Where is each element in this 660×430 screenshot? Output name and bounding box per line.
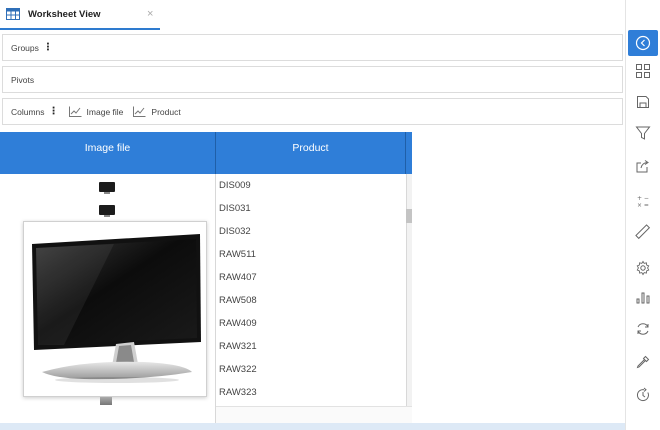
tab-worksheet-view[interactable]: Worksheet View × xyxy=(0,0,160,30)
columns-panel[interactable]: Columns ⋮ Image file Product xyxy=(2,98,623,125)
table-row[interactable]: RAW321 xyxy=(216,335,406,358)
measure-button[interactable] xyxy=(628,219,658,245)
gear-icon xyxy=(636,260,650,276)
pivots-label: Pivots xyxy=(11,74,35,85)
line-chart-icon xyxy=(133,106,146,117)
column-chip-label: Product xyxy=(151,106,181,117)
monitor-thumbnail[interactable] xyxy=(99,182,115,194)
history-button[interactable] xyxy=(628,382,658,408)
table-row[interactable]: RAW409 xyxy=(216,312,406,335)
groups-label: Groups xyxy=(11,42,39,53)
filter-button[interactable] xyxy=(628,120,658,146)
calculator-icon: + − × = xyxy=(637,195,649,209)
status-bar xyxy=(0,423,625,430)
save-button[interactable] xyxy=(628,89,658,115)
filter-icon xyxy=(635,126,651,140)
grid-layout-icon xyxy=(636,64,650,78)
monitor-thumbnail-partial xyxy=(100,397,112,405)
eyedropper-icon xyxy=(636,355,650,369)
back-icon xyxy=(635,35,651,51)
column-header-product[interactable]: Product xyxy=(216,132,406,174)
layout-button[interactable] xyxy=(628,58,658,84)
refresh-icon xyxy=(637,323,649,335)
save-icon xyxy=(637,96,649,108)
export-icon xyxy=(636,160,649,173)
calculate-button[interactable]: + − × = xyxy=(628,188,658,214)
table-row[interactable]: RAW322 xyxy=(216,358,406,381)
monitor-thumbnail[interactable] xyxy=(99,205,115,217)
chart-button[interactable] xyxy=(628,284,658,310)
table-row[interactable]: RAW323 xyxy=(216,381,406,404)
export-button[interactable] xyxy=(628,153,658,179)
ruler-icon xyxy=(635,224,651,240)
eyedropper-button[interactable] xyxy=(628,349,658,375)
grid-header: Image file Product xyxy=(0,132,412,174)
column-chip-label: Image file xyxy=(86,106,124,117)
collapse-button[interactable] xyxy=(628,30,658,56)
scrollbar-thumb[interactable] xyxy=(406,209,412,223)
history-icon xyxy=(636,387,649,402)
image-preview-popup xyxy=(23,221,207,397)
table-row[interactable]: RAW511 xyxy=(216,243,406,266)
monitor-image xyxy=(32,234,201,383)
svg-text:+ −: + − xyxy=(637,195,649,202)
groups-menu-icon[interactable]: ⋮ xyxy=(43,42,53,53)
table-row[interactable]: RAW508 xyxy=(216,289,406,312)
columns-menu-icon[interactable]: ⋮ xyxy=(49,106,59,117)
svg-text:× =: × = xyxy=(637,202,649,209)
right-toolbar: + − × = xyxy=(625,0,660,430)
line-chart-icon xyxy=(68,106,82,117)
table-row[interactable]: RAW407 xyxy=(216,266,406,289)
refresh-button[interactable] xyxy=(628,316,658,342)
tab-close-icon[interactable]: × xyxy=(147,8,153,20)
tab-title: Worksheet View xyxy=(28,8,101,20)
horizontal-scrollbar[interactable] xyxy=(216,406,412,423)
table-row[interactable]: DIS032 xyxy=(216,220,406,243)
bar-chart-icon xyxy=(636,292,650,304)
worksheet-icon xyxy=(6,8,20,20)
pivots-panel[interactable]: Pivots xyxy=(2,66,623,93)
product-column: DIS009 DIS031 DIS032 RAW511 RAW407 RAW50… xyxy=(216,174,406,423)
settings-button[interactable] xyxy=(628,255,658,281)
columns-label: Columns xyxy=(11,106,45,117)
groups-panel[interactable]: Groups ⋮ xyxy=(2,34,623,61)
tab-bar: Worksheet View × xyxy=(0,0,625,30)
table-row[interactable]: DIS031 xyxy=(216,197,406,220)
column-header-spacer xyxy=(406,132,412,174)
column-header-image-file[interactable]: Image file xyxy=(0,132,216,174)
column-chip-product[interactable]: Product xyxy=(133,106,181,117)
column-chip-image-file[interactable]: Image file xyxy=(68,106,124,117)
table-row[interactable]: DIS009 xyxy=(216,174,406,197)
